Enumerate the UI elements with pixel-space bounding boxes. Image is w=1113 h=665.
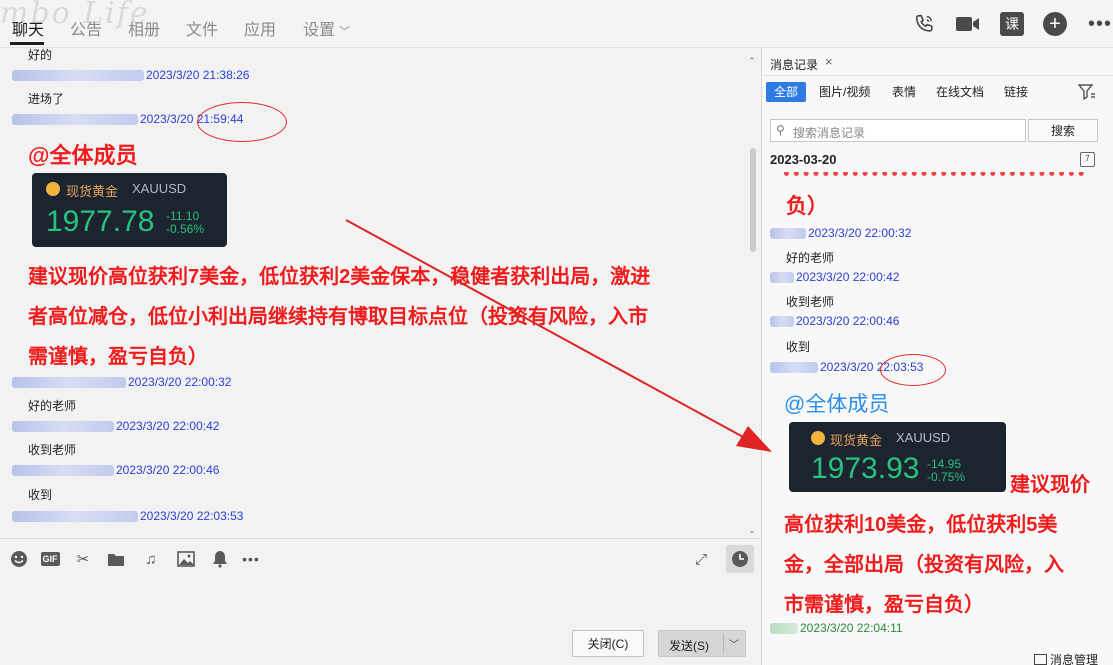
annotation-arrow [345,219,772,452]
